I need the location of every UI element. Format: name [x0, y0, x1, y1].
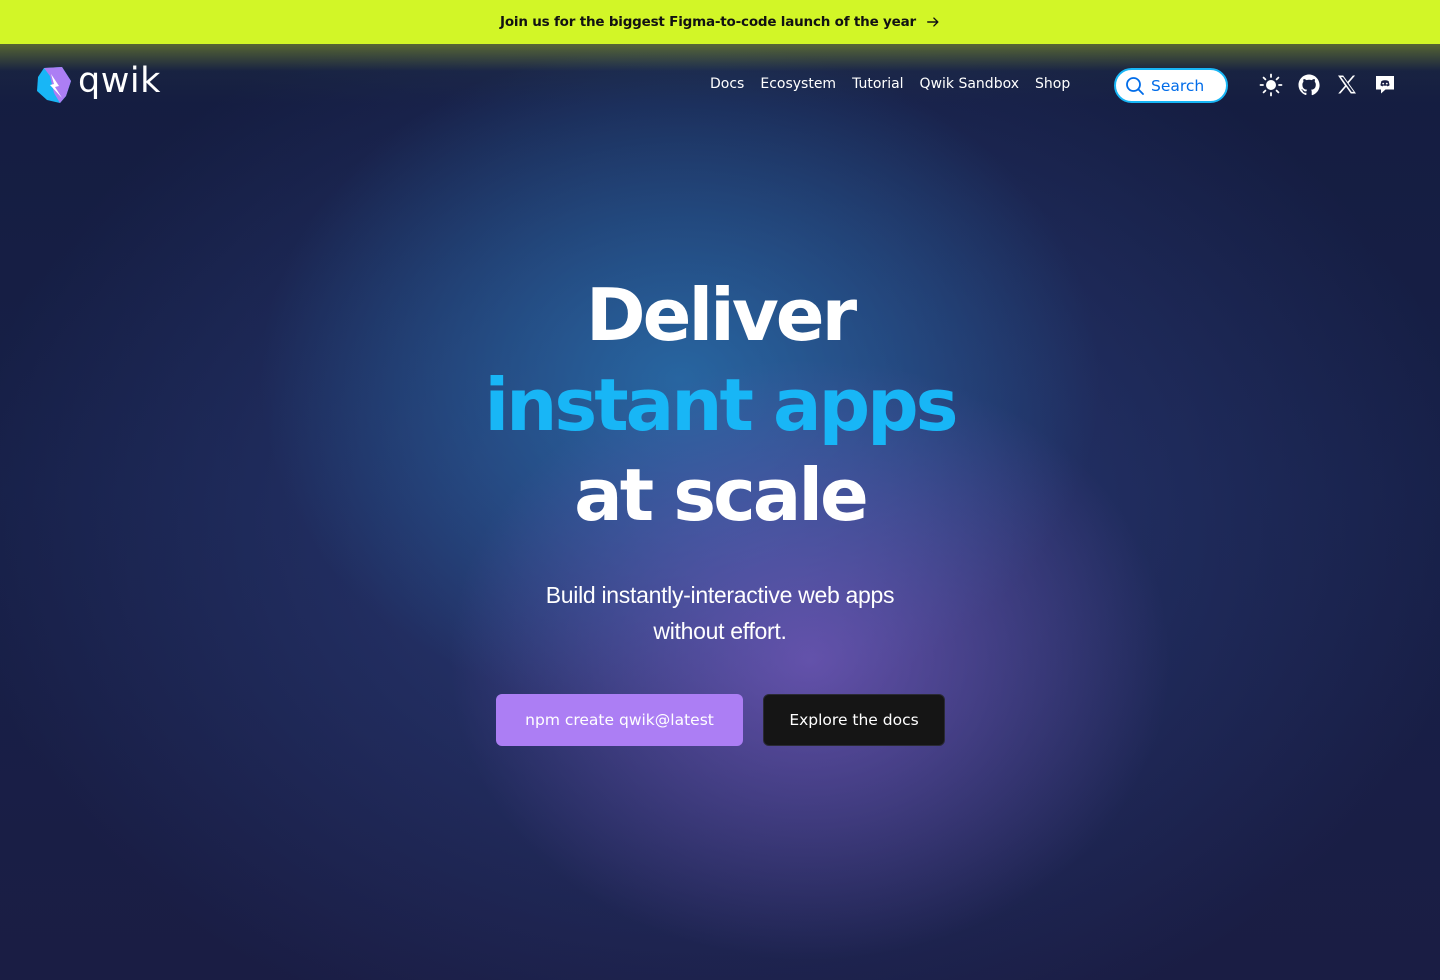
npm-create-button[interactable]: npm create qwik@latest — [496, 694, 743, 746]
github-link[interactable] — [1297, 73, 1321, 97]
hero-subtitle-line-1: Build instantly-interactive web apps — [545, 582, 895, 608]
nav-link-tutorial[interactable]: Tutorial — [852, 74, 903, 94]
hero-subtitle: Build instantly-interactive web apps wit… — [0, 577, 1440, 649]
x-twitter-icon — [1338, 75, 1356, 94]
search-button[interactable]: Search — [1114, 68, 1228, 103]
main-navigation: Docs Ecosystem Tutorial Qwik Sandbox Sho… — [710, 74, 1070, 94]
hero-line-at-scale: at scale — [574, 453, 869, 537]
announcement-text: Join us for the biggest Figma-to-code la… — [500, 14, 916, 30]
nav-link-qwik-sandbox[interactable]: Qwik Sandbox — [920, 74, 1019, 94]
qwik-logo-icon — [37, 67, 71, 103]
nav-link-shop[interactable]: Shop — [1035, 74, 1070, 94]
logo-wordmark: qwik — [78, 61, 161, 101]
hero-line-instant-apps: instant apps — [484, 363, 958, 447]
discord-icon — [1376, 76, 1394, 94]
x-twitter-link[interactable] — [1335, 73, 1359, 97]
github-icon — [1298, 74, 1320, 96]
hero-subtitle-line-2: without effort. — [653, 618, 787, 644]
hero-line-deliver: Deliver — [585, 273, 857, 357]
hero-headline: Deliver instant apps at scale — [0, 270, 1440, 540]
qwik-logo[interactable]: qwik — [36, 61, 161, 108]
nav-link-docs[interactable]: Docs — [710, 74, 744, 94]
explore-docs-button[interactable]: Explore the docs — [763, 694, 945, 746]
announcement-banner[interactable]: Join us for the biggest Figma-to-code la… — [0, 0, 1440, 44]
discord-link[interactable] — [1373, 73, 1397, 97]
search-icon — [1126, 76, 1144, 95]
sun-icon — [1259, 73, 1283, 97]
theme-toggle-button[interactable] — [1259, 73, 1283, 97]
site-header: qwik Docs Ecosystem Tutorial Qwik Sandbo… — [0, 58, 1440, 114]
arrow-right-icon — [927, 17, 939, 27]
search-label: Search — [1151, 76, 1205, 95]
nav-link-ecosystem[interactable]: Ecosystem — [760, 74, 836, 94]
